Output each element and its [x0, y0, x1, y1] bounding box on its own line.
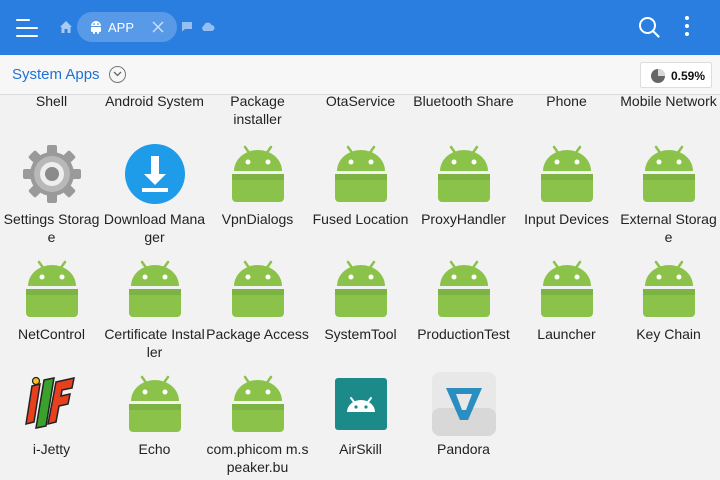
android-icon	[643, 260, 695, 317]
app-label: Download Manager	[103, 211, 206, 245]
partial-app-row: Shell Android System Package installer O…	[0, 96, 720, 132]
android-icon	[26, 260, 78, 317]
app-label: ProxyHandler	[421, 211, 506, 227]
android-icon	[232, 375, 284, 432]
android-icon	[232, 145, 284, 202]
app-row: Settings Storage Download Manager VpnDia…	[0, 142, 720, 257]
category-bar: System Apps 0.59%	[0, 55, 720, 95]
app-item[interactable]: VpnDialogs	[206, 142, 309, 257]
android-icon	[643, 145, 695, 202]
app-label: Key Chain	[636, 326, 701, 342]
app-label: ProductionTest	[417, 326, 510, 342]
app-label: VpnDialogs	[221, 211, 294, 227]
android-icon	[335, 260, 387, 317]
app-item[interactable]: Download Manager	[103, 142, 206, 257]
home-icon[interactable]	[59, 20, 73, 34]
app-grid: Shell Android System Package installer O…	[0, 96, 720, 480]
storage-percent: 0.59%	[671, 69, 706, 83]
search-icon[interactable]	[638, 16, 660, 38]
app-label[interactable]: Shell	[0, 96, 103, 110]
app-label: External Storage	[620, 211, 717, 245]
app-label[interactable]: Package installer	[206, 96, 309, 128]
app-row: NetControl Certificate Installer Package…	[0, 257, 720, 372]
app-item[interactable]: NetControl	[0, 257, 103, 372]
pie-chart-icon	[651, 69, 665, 83]
more-options-icon[interactable]	[682, 15, 692, 39]
app-item[interactable]: External Storage	[617, 142, 720, 257]
app-label[interactable]: Bluetooth Share	[412, 96, 515, 110]
top-app-bar: APP	[0, 0, 720, 55]
app-label: Pandora	[437, 441, 490, 457]
app-item[interactable]: SystemTool	[309, 257, 412, 372]
app-item[interactable]: Certificate Installer	[103, 257, 206, 372]
app-item[interactable]: i-Jetty	[0, 372, 103, 480]
app-label: Echo	[138, 441, 171, 457]
tab-app[interactable]: APP	[77, 12, 177, 42]
app-item[interactable]: ProxyHandler	[412, 142, 515, 257]
download-icon	[125, 144, 185, 204]
app-label[interactable]: Phone	[515, 96, 618, 110]
category-title[interactable]: System Apps	[12, 66, 100, 83]
close-icon[interactable]	[152, 21, 164, 33]
app-item[interactable]: Fused Location	[309, 142, 412, 257]
tab-app-label: APP	[108, 20, 135, 35]
app-label[interactable]: OtaService	[309, 96, 412, 110]
app-item[interactable]: Echo	[103, 372, 206, 480]
android-icon	[541, 260, 593, 317]
app-label: AirSkill	[339, 441, 382, 457]
app-item[interactable]: Launcher	[515, 257, 618, 372]
app-label: SystemTool	[324, 326, 397, 342]
app-item[interactable]: com.phicom m.speaker.bu	[206, 372, 309, 480]
android-icon	[91, 21, 101, 34]
app-item[interactable]: Settings Storage	[0, 142, 103, 257]
app-label: Input Devices	[524, 211, 609, 227]
android-icon	[438, 145, 490, 202]
app-label: Certificate Installer	[104, 326, 205, 360]
pandora-icon	[432, 372, 496, 436]
android-icon	[335, 145, 387, 202]
app-item[interactable]: AirSkill	[309, 372, 412, 480]
app-label: Settings Storage	[3, 211, 100, 245]
app-label[interactable]: Mobile Network	[617, 96, 720, 110]
app-row: i-Jetty Echo com.phicom m.speaker.bu Air…	[0, 372, 720, 480]
app-label: Launcher	[537, 326, 596, 342]
app-label: Package Access	[206, 326, 309, 342]
app-item[interactable]: Key Chain	[617, 257, 720, 372]
app-label: com.phicom m.speaker.bu	[206, 441, 309, 475]
app-label: NetControl	[18, 326, 85, 342]
app-label: Fused Location	[312, 211, 409, 227]
chevron-down-icon[interactable]	[109, 66, 126, 83]
app-item[interactable]: Package Access	[206, 257, 309, 372]
android-icon	[232, 260, 284, 317]
message-icon[interactable]	[181, 21, 193, 32]
storage-usage-badge[interactable]: 0.59%	[640, 62, 712, 88]
app-label: i-Jetty	[32, 441, 71, 457]
android-icon	[129, 260, 181, 317]
ijetty-icon	[25, 376, 75, 429]
android-icon	[129, 375, 181, 432]
cloud-icon[interactable]	[200, 21, 215, 32]
app-item[interactable]: Pandora	[412, 372, 515, 480]
android-icon	[438, 260, 490, 317]
app-item[interactable]: ProductionTest	[412, 257, 515, 372]
app-label[interactable]: Android System	[103, 96, 206, 110]
android-icon	[541, 145, 593, 202]
airskill-icon	[335, 378, 387, 430]
gear-icon	[23, 145, 81, 203]
menu-icon[interactable]	[16, 17, 40, 39]
app-item[interactable]: Input Devices	[515, 142, 618, 257]
